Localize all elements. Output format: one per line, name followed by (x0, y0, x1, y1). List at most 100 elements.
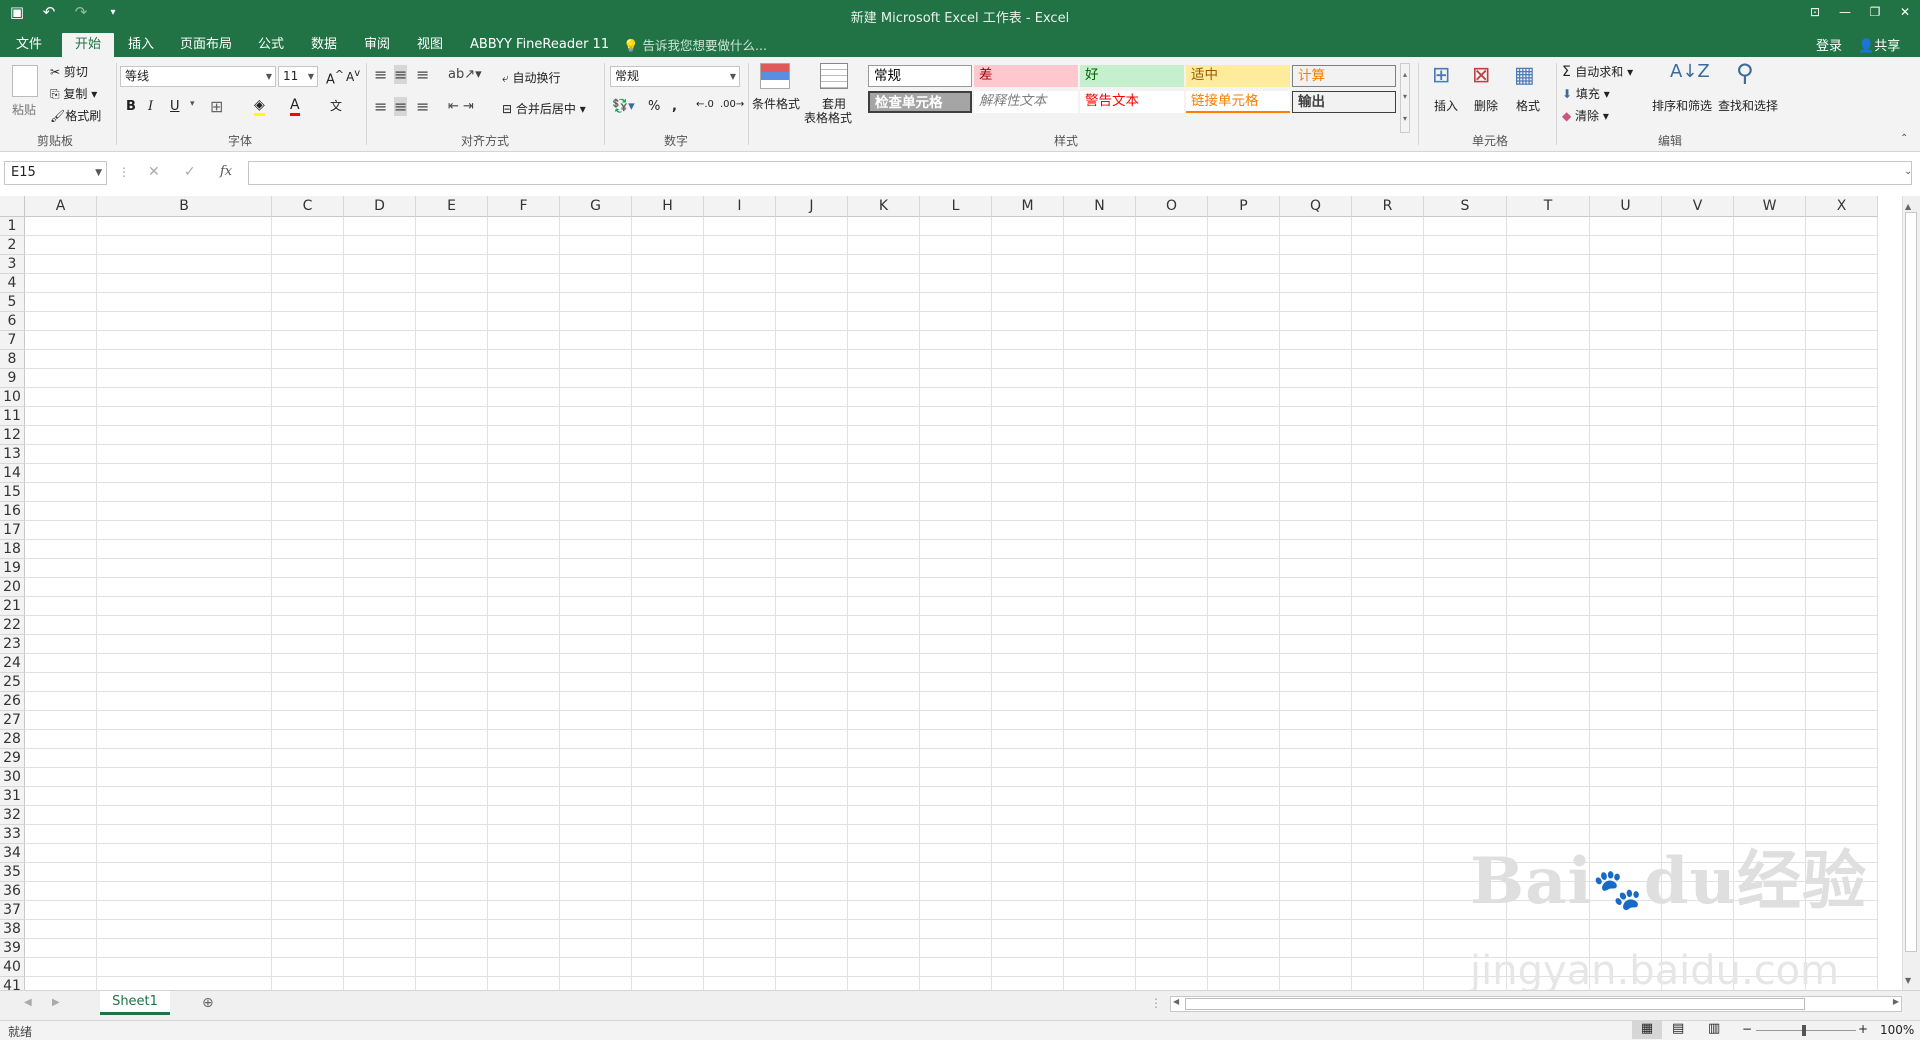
select-all-corner[interactable] (0, 196, 25, 217)
fill-color-icon[interactable]: ◈ (254, 97, 265, 116)
row-header-30[interactable]: 30 (0, 768, 25, 787)
zoom-slider[interactable] (1756, 1025, 1856, 1036)
wrap-text-button[interactable]: ⤶ 自动换行 (502, 69, 561, 86)
row-header-13[interactable]: 13 (0, 445, 25, 464)
row-header-2[interactable]: 2 (0, 236, 25, 255)
row-header-39[interactable]: 39 (0, 939, 25, 958)
row-header-11[interactable]: 11 (0, 407, 25, 426)
column-header-A[interactable]: A (25, 196, 97, 217)
row-header-28[interactable]: 28 (0, 730, 25, 749)
scroll-up-icon[interactable]: ▲ (1905, 202, 1911, 211)
cell-style-cells_row1-4[interactable]: 计算 (1292, 65, 1396, 87)
insert-cells-button[interactable]: 插入 (1434, 97, 1458, 114)
row-header-31[interactable]: 31 (0, 787, 25, 806)
percent-icon[interactable]: % (648, 99, 660, 114)
tab-abbyy[interactable]: ABBYY FineReader 11 (462, 33, 617, 57)
find-select-button[interactable]: 查找和选择 (1718, 97, 1778, 114)
column-header-T[interactable]: T (1507, 196, 1590, 217)
align-left-icon[interactable]: ≡ (374, 97, 387, 116)
align-bottom-icon[interactable]: ≡ (416, 65, 429, 84)
row-header-40[interactable]: 40 (0, 958, 25, 977)
paste-icon[interactable] (12, 65, 38, 97)
format-painter-button[interactable]: 🖌格式刷 (50, 107, 101, 124)
tell-me-box[interactable]: 💡 告诉我您想要做什么... (623, 35, 767, 54)
login-link[interactable]: 登录 (1816, 35, 1842, 54)
column-header-L[interactable]: L (920, 196, 992, 217)
zoom-out-icon[interactable]: − (1742, 1022, 1752, 1036)
merge-center-button[interactable]: ⊟ 合并后居中 ▾ (502, 100, 586, 117)
table-format-button-line2[interactable]: 表格格式 (804, 109, 852, 126)
font-name-select[interactable]: 等线 ▼ (120, 66, 276, 87)
column-header-S[interactable]: S (1424, 196, 1507, 217)
horizontal-scrollbar[interactable]: ◀ ▶ (1170, 996, 1902, 1012)
tab-home[interactable]: 开始 (62, 33, 114, 57)
tab-review[interactable]: 审阅 (356, 33, 398, 57)
sheet-tab-sheet1[interactable]: Sheet1 (100, 991, 170, 1015)
row-header-14[interactable]: 14 (0, 464, 25, 483)
share-button[interactable]: 👤共享 (1858, 35, 1900, 54)
gallery-scroll-icon[interactable]: ▴ ▾ ▾ (1400, 63, 1410, 133)
copy-button[interactable]: ⎘ 复制 ▾ (50, 85, 97, 102)
align-center-icon[interactable]: ≡ (394, 97, 408, 116)
name-box[interactable]: E15 ▼ (4, 161, 107, 185)
row-header-38[interactable]: 38 (0, 920, 25, 939)
row-header-17[interactable]: 17 (0, 521, 25, 540)
row-header-7[interactable]: 7 (0, 331, 25, 350)
currency-icon[interactable]: 💱▾ (612, 99, 635, 114)
row-header-18[interactable]: 18 (0, 540, 25, 559)
column-header-X[interactable]: X (1806, 196, 1878, 217)
find-icon[interactable]: ⚲ (1736, 59, 1754, 87)
next-sheet-icon[interactable]: ▶ (52, 997, 60, 1008)
normal-view-icon[interactable]: ▦ (1632, 1021, 1662, 1039)
font-size-select[interactable]: 11 ▼ (278, 66, 318, 87)
column-header-O[interactable]: O (1136, 196, 1208, 217)
format-cells-icon[interactable]: ▦ (1514, 63, 1535, 88)
column-header-H[interactable]: H (632, 196, 704, 217)
zoom-level[interactable]: 100% (1880, 1023, 1914, 1037)
row-header-37[interactable]: 37 (0, 901, 25, 920)
autosum-button[interactable]: Σ 自动求和 ▾ (1562, 63, 1633, 80)
insert-function-icon[interactable]: fx (220, 164, 232, 179)
collapse-ribbon-icon[interactable]: ⌃ (1900, 133, 1908, 144)
conditional-format-icon[interactable] (760, 63, 790, 89)
row-header-23[interactable]: 23 (0, 635, 25, 654)
cell-style-cells_row1-0[interactable]: 常规 (868, 65, 972, 87)
delete-cells-button[interactable]: 删除 (1474, 97, 1498, 114)
cell-style-cells_row1-1[interactable]: 差 (974, 65, 1078, 87)
prev-sheet-icon[interactable]: ◀ (24, 997, 32, 1008)
comma-icon[interactable]: , (672, 99, 677, 114)
indent-icons[interactable]: ⇤ ⇥ (448, 99, 474, 114)
cell-style-cells_row2-0[interactable]: 检查单元格 (868, 91, 972, 113)
row-header-5[interactable]: 5 (0, 293, 25, 312)
tab-page-layout[interactable]: 页面布局 (172, 33, 240, 57)
add-sheet-icon[interactable]: ⊕ (202, 995, 214, 1011)
row-header-33[interactable]: 33 (0, 825, 25, 844)
insert-cells-icon[interactable]: ⊞ (1432, 63, 1450, 88)
column-header-V[interactable]: V (1662, 196, 1734, 217)
row-header-19[interactable]: 19 (0, 559, 25, 578)
column-header-P[interactable]: P (1208, 196, 1280, 217)
align-top-icon[interactable]: ≡ (374, 65, 387, 84)
splitter-icon[interactable]: ⋮ (1150, 996, 1162, 1010)
chevron-down-icon[interactable]: ▾ (190, 99, 195, 109)
row-header-3[interactable]: 3 (0, 255, 25, 274)
column-header-F[interactable]: F (488, 196, 560, 217)
row-header-6[interactable]: 6 (0, 312, 25, 331)
row-header-8[interactable]: 8 (0, 350, 25, 369)
row-header-24[interactable]: 24 (0, 654, 25, 673)
font-color-icon[interactable]: A (290, 97, 300, 116)
cell-style-cells_row1-2[interactable]: 好 (1080, 65, 1184, 87)
cell-style-cells_row2-2[interactable]: 警告文本 (1080, 91, 1184, 113)
row-header-35[interactable]: 35 (0, 863, 25, 882)
number-format-select[interactable]: 常规 ▼ (610, 66, 740, 87)
row-header-34[interactable]: 34 (0, 844, 25, 863)
cell-style-cells_row2-3[interactable]: 链接单元格 (1186, 91, 1290, 113)
shrink-font-button[interactable]: Av (346, 68, 360, 84)
row-header-9[interactable]: 9 (0, 369, 25, 388)
row-header-32[interactable]: 32 (0, 806, 25, 825)
row-header-27[interactable]: 27 (0, 711, 25, 730)
cell-style-cells_row2-4[interactable]: 输出 (1292, 91, 1396, 113)
column-header-U[interactable]: U (1590, 196, 1662, 217)
underline-button[interactable]: U (170, 99, 180, 114)
expand-formula-icon[interactable]: ⌄ (1904, 166, 1912, 177)
